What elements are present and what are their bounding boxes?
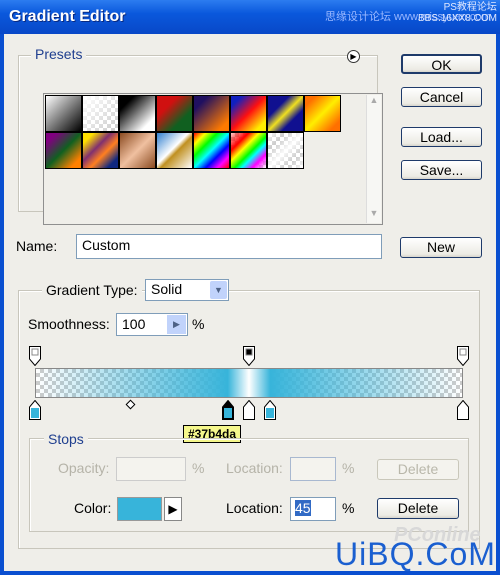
gradient-fill bbox=[36, 369, 462, 397]
watermark-uibq: UiBQ.CoM bbox=[335, 536, 496, 572]
load-button[interactable]: Load... bbox=[401, 127, 482, 147]
window-title: Gradient Editor bbox=[9, 8, 126, 25]
preset-swatch-fill bbox=[157, 133, 192, 168]
color-swatch[interactable] bbox=[117, 497, 162, 521]
preset-swatch-fill bbox=[305, 96, 340, 131]
stops-label: Stops bbox=[44, 431, 88, 447]
scroll-up-icon[interactable]: ▲ bbox=[367, 95, 381, 110]
color-stop[interactable] bbox=[243, 399, 255, 420]
watermark-line: PS教程论坛 bbox=[443, 2, 497, 13]
gradient-type-select[interactable]: Solid ▼ bbox=[145, 279, 229, 301]
dialog-body: Presets ▶ ▲ ▼ OK Cancel Load... Save... … bbox=[4, 34, 496, 571]
preset-swatch[interactable] bbox=[193, 95, 230, 132]
preset-swatch[interactable] bbox=[45, 132, 82, 169]
opacity-location-unit: % bbox=[342, 460, 355, 476]
preset-swatch-fill bbox=[194, 133, 229, 168]
color-location-input[interactable]: 45 bbox=[290, 497, 336, 521]
scroll-down-icon[interactable]: ▼ bbox=[367, 208, 381, 223]
presets-swatch-grid: ▲ ▼ bbox=[43, 93, 383, 225]
preset-swatch[interactable] bbox=[82, 95, 119, 132]
ok-button[interactable]: OK bbox=[401, 54, 482, 74]
smoothness-unit: % bbox=[192, 316, 205, 332]
preset-swatch-fill bbox=[268, 96, 303, 131]
color-label: Color: bbox=[74, 500, 112, 516]
preset-swatch[interactable] bbox=[45, 95, 82, 132]
opacity-stop[interactable] bbox=[243, 346, 255, 367]
opacity-label: Opacity: bbox=[58, 460, 110, 476]
preset-swatch-fill bbox=[157, 96, 192, 131]
color-stop[interactable] bbox=[29, 399, 41, 420]
color-stop[interactable] bbox=[457, 399, 469, 420]
name-label: Name: bbox=[16, 238, 58, 254]
preset-swatch[interactable] bbox=[267, 95, 304, 132]
chevron-down-icon[interactable]: ▼ bbox=[210, 281, 227, 299]
presets-label: Presets bbox=[31, 46, 87, 62]
preset-swatch-fill bbox=[194, 96, 229, 131]
preset-swatch-fill bbox=[231, 96, 266, 131]
circle-arrow-right-icon[interactable]: ▶ bbox=[347, 50, 360, 63]
color-delete-button[interactable]: Delete bbox=[377, 498, 459, 519]
preset-swatch[interactable] bbox=[230, 95, 267, 132]
smoothness-value: 100 bbox=[122, 316, 146, 332]
smoothness-label: Smoothness: bbox=[28, 316, 110, 332]
opacity-location-input[interactable] bbox=[290, 457, 336, 481]
preset-swatch[interactable] bbox=[119, 132, 156, 169]
cancel-button[interactable]: Cancel bbox=[401, 87, 482, 107]
opacity-delete-button[interactable]: Delete bbox=[377, 459, 459, 480]
preset-swatch-fill bbox=[120, 133, 155, 168]
preset-swatch[interactable] bbox=[230, 132, 267, 169]
preset-swatch-fill bbox=[46, 133, 81, 168]
color-location-value: 45 bbox=[295, 500, 311, 516]
preset-swatch[interactable] bbox=[267, 132, 304, 169]
save-button[interactable]: Save... bbox=[401, 160, 482, 180]
preset-swatch-fill bbox=[231, 133, 266, 168]
opacity-input[interactable] bbox=[116, 457, 186, 481]
gradient-type-value: Solid bbox=[151, 281, 183, 297]
chevron-right-icon[interactable]: ▶ bbox=[167, 315, 186, 334]
preset-swatch[interactable] bbox=[156, 95, 193, 132]
watermark-line: BBS.16XX8.COM bbox=[418, 13, 497, 24]
preset-swatch[interactable] bbox=[193, 132, 230, 169]
presets-scrollbar[interactable]: ▲ ▼ bbox=[366, 95, 381, 223]
preset-swatch[interactable] bbox=[156, 132, 193, 169]
color-stop[interactable] bbox=[221, 399, 234, 420]
preset-swatch[interactable] bbox=[119, 95, 156, 132]
name-input[interactable]: Custom bbox=[76, 234, 382, 259]
opacity-stop[interactable] bbox=[29, 346, 41, 367]
color-stop[interactable] bbox=[264, 399, 277, 420]
gradient-editor-window: Gradient Editor 思缘设计论坛 www.missyuan.com … bbox=[0, 0, 500, 575]
watermark-top-right: PS教程论坛 BBS.16XX8.COM bbox=[418, 2, 497, 24]
preset-swatch-fill bbox=[268, 133, 303, 168]
gradient-bar[interactable] bbox=[35, 368, 463, 398]
color-location-label: Location: bbox=[226, 500, 283, 516]
color-location-unit: % bbox=[342, 500, 355, 516]
opacity-unit: % bbox=[192, 460, 205, 476]
gradient-type-label: Gradient Type: bbox=[42, 282, 142, 298]
opacity-location-label: Location: bbox=[226, 460, 283, 476]
triangle-right-icon[interactable]: ▶ bbox=[164, 497, 182, 521]
opacity-stop[interactable] bbox=[457, 346, 469, 367]
title-bar[interactable]: Gradient Editor 思缘设计论坛 www.missyuan.com … bbox=[0, 0, 500, 34]
preset-swatch-fill bbox=[83, 133, 118, 168]
preset-swatch[interactable] bbox=[304, 95, 341, 132]
smoothness-input[interactable]: 100 ▶ bbox=[116, 313, 188, 336]
preset-swatch-fill bbox=[83, 96, 118, 131]
presets-group: Presets ▶ ▲ ▼ bbox=[18, 46, 383, 225]
new-button[interactable]: New bbox=[400, 237, 482, 258]
preset-swatch-fill bbox=[120, 96, 155, 131]
preset-swatch-fill bbox=[46, 96, 81, 131]
preset-swatch[interactable] bbox=[82, 132, 119, 169]
